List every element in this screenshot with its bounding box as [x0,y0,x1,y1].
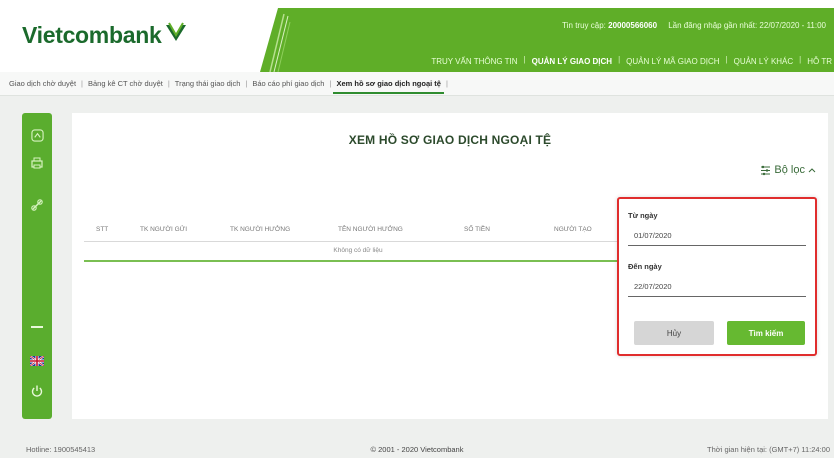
subnav-fee-report[interactable]: Báo cáo phí giao dịch [249,79,327,88]
header-banner: Tin truy cập: 20000566060 Lần đăng nhập … [260,8,834,72]
filter-toggle-button[interactable]: Bộ lọc [760,164,816,176]
home-icon[interactable] [29,127,45,143]
header: Vietcombank Tin truy cập: 20000566060 Lầ… [0,0,834,72]
nav-item-code-management[interactable]: QUẢN LÝ MÃ GIAO DỊCH [624,55,721,68]
sub-nav: Giao dịch chờ duyệt | Bảng kê CT chờ duy… [0,72,834,96]
banner-decoration-icon [260,8,300,72]
top-nav: TRUY VẤN THÔNG TIN | QUẢN LÝ GIAO DỊCH |… [429,55,834,68]
filter-toggle-label: Bộ lọc [774,164,805,176]
column-header: STT [96,226,109,233]
column-header: SỐ TIỀN [464,226,490,233]
subnav-pending-statements[interactable]: Bảng kê CT chờ duyệt [85,79,166,88]
page-title: XEM HỒ SƠ GIAO DỊCH NGOẠI TỆ [348,133,552,147]
from-date-label: Từ ngày [628,211,658,220]
to-date-label: Đến ngày [628,262,662,271]
subnav-pending-transactions[interactable]: Giao dịch chờ duyệt [6,79,79,88]
user-id: 20000566060 [608,21,658,30]
table-header: STT TK NGƯỜI GỬI TK NGƯỜI HƯỞNG TÊN NGƯỜ… [84,218,632,242]
nav-item-transaction-management[interactable]: QUẢN LÝ GIAO DỊCH [530,55,614,68]
greeting-label: Tin truy cập: [562,21,606,30]
search-button[interactable]: Tìm kiếm [727,321,805,345]
subnav-forex-records[interactable]: Xem hồ sơ giao dịch ngoại tệ [333,73,444,94]
logo[interactable]: Vietcombank [22,21,187,49]
uk-flag-icon[interactable] [29,353,45,369]
sidebar [22,113,52,419]
column-header: TÊN NGƯỜI HƯỞNG [338,226,403,233]
nav-item-query-info[interactable]: TRUY VẤN THÔNG TIN [429,55,519,68]
printer-icon[interactable] [29,155,45,171]
subnav-transaction-status[interactable]: Trạng thái giao dịch [172,79,244,88]
column-header: TK NGƯỜI GỬI [140,226,188,233]
empty-state: Không có dữ liệu [333,247,383,254]
to-date-input[interactable] [628,277,806,297]
from-date-input[interactable] [628,226,806,246]
cancel-button[interactable]: Hủy [634,321,714,345]
column-header: NGƯỜI TẠO [554,226,592,233]
table-divider [84,260,632,262]
filter-icon [761,165,771,175]
column-header: TK NGƯỜI HƯỞNG [230,226,291,233]
filter-panel: Từ ngày Đến ngày Hủy Tìm kiếm [617,197,817,356]
nav-item-other-management[interactable]: QUẢN LÝ KHÁC [732,55,796,68]
last-login-value: 22/07/2020 - 11:00 [759,21,826,30]
power-icon[interactable] [29,383,45,399]
chevron-up-icon [808,168,816,173]
footer: Hotline: 1900545413 © 2001 - 2020 Vietco… [0,440,834,458]
minus-icon[interactable] [29,319,45,335]
nav-item-support[interactable]: HỖ TR [805,55,834,68]
user-info: Tin truy cập: 20000566060 Lần đăng nhập … [562,21,826,30]
link-icon[interactable] [29,197,45,213]
logo-mark-icon [166,21,187,41]
server-time: Thời gian hiện tại: (GMT+7) 11:24:00 [707,445,830,454]
last-login-label: Lần đăng nhập gần nhất: [668,21,758,30]
logo-text: Vietcombank [22,22,162,48]
